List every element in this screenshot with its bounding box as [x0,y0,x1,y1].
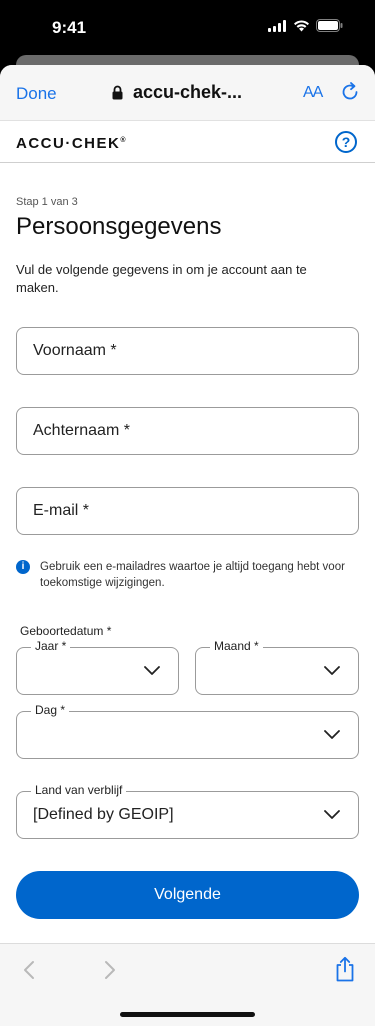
month-select[interactable]: Maand * [195,639,359,695]
birthdate-label: Geboortedatum * [20,624,112,638]
back-arrow-icon[interactable] [22,960,36,980]
browser-sheet: Done accu-chek-... AA ACCU·CHEK® ? Stap … [0,65,375,1026]
chevron-down-icon [324,666,340,675]
country-value: [Defined by GEOIP] [33,806,174,823]
intro-text: Vul de volgende gegevens in om je accoun… [16,262,307,295]
share-icon[interactable] [334,956,356,982]
month-label: Maand * [210,639,263,653]
logo-text: ACCU·CHEK [16,135,121,152]
url-text: accu-chek-... [133,82,243,102]
wifi-icon [294,19,309,31]
text-size-button[interactable]: AA [303,84,323,102]
reload-icon[interactable] [339,81,361,103]
chevron-down-icon [324,810,340,819]
help-icon[interactable]: ? [335,131,357,153]
home-indicator [120,1012,255,1017]
info-icon: i [16,560,30,574]
cellular-signal-icon [268,19,286,32]
accu-chek-logo[interactable]: ACCU·CHEK® [16,135,126,152]
first-name-placeholder: Voornaam * [33,342,117,359]
chevron-down-icon [144,666,160,675]
email-info-text: Gebruik een e-mailadres waartoe je altij… [40,561,345,589]
done-button[interactable]: Done [16,84,57,104]
battery-icon [316,19,343,32]
country-label: Land van verblijf [31,783,127,797]
next-button[interactable]: Volgende [16,871,359,919]
day-select[interactable]: Dag * [16,703,359,759]
status-time: 9:41 [52,18,87,37]
status-bar: 9:41 [0,0,375,56]
status-icons [268,19,343,32]
last-name-input[interactable]: Achternaam * [16,407,359,455]
email-info-note: i Gebruik een e-mailadres waartoe je alt… [16,559,356,591]
browser-bottom-bar [0,943,375,1026]
lock-icon [112,85,123,100]
email-input[interactable]: E-mail * [16,487,359,535]
year-select[interactable]: Jaar * [16,639,179,695]
page-title: Persoonsgegevens [16,213,222,240]
country-select[interactable]: Land van verblijf [Defined by GEOIP] [16,783,359,839]
step-indicator: Stap 1 van 3 [16,196,78,208]
site-header: ACCU·CHEK® ? [0,121,375,163]
url-bar[interactable]: accu-chek-... [112,82,242,103]
browser-top-bar: Done accu-chek-... AA [0,65,375,121]
chevron-down-icon [324,730,340,739]
day-label: Dag * [31,703,70,717]
first-name-input[interactable]: Voornaam * [16,327,359,375]
last-name-placeholder: Achternaam * [33,422,130,439]
year-label: Jaar * [31,639,71,653]
email-placeholder: E-mail * [33,502,90,519]
forward-arrow-icon[interactable] [103,960,117,980]
logo-registered-mark: ® [120,137,126,144]
